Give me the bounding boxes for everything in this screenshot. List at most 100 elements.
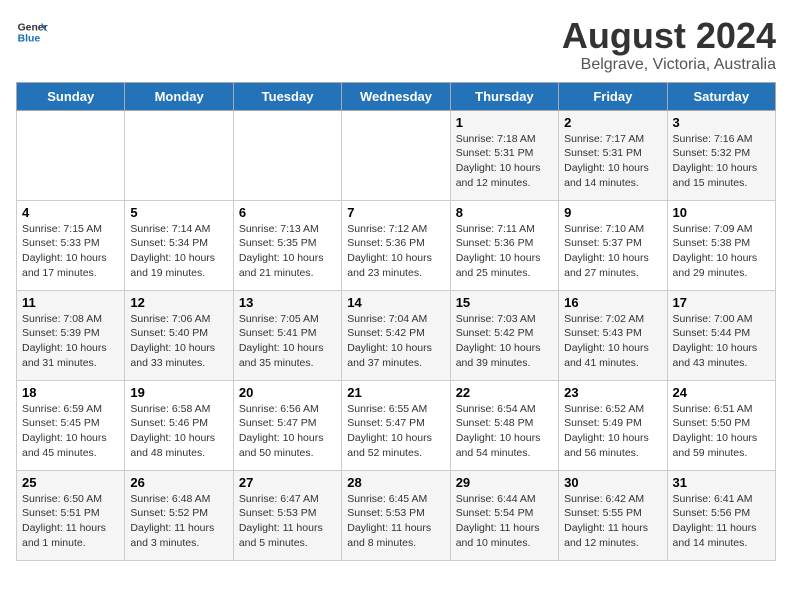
subtitle: Belgrave, Victoria, Australia bbox=[562, 56, 776, 74]
cell-text: Sunset: 5:46 PM bbox=[130, 416, 227, 431]
day-number: 24 bbox=[673, 385, 770, 400]
calendar-body: 1Sunrise: 7:18 AMSunset: 5:31 PMDaylight… bbox=[17, 110, 776, 560]
calendar-cell: 3Sunrise: 7:16 AMSunset: 5:32 PMDaylight… bbox=[667, 110, 775, 200]
cell-text: Sunrise: 6:44 AM bbox=[456, 492, 553, 507]
cell-text: Daylight: 10 hours and 59 minutes. bbox=[673, 431, 770, 460]
cell-text: Daylight: 10 hours and 43 minutes. bbox=[673, 341, 770, 370]
calendar-cell: 26Sunrise: 6:48 AMSunset: 5:52 PMDayligh… bbox=[125, 470, 233, 560]
cell-text: Sunset: 5:37 PM bbox=[564, 236, 661, 251]
day-number: 18 bbox=[22, 385, 119, 400]
cell-text: Sunrise: 7:08 AM bbox=[22, 312, 119, 327]
cell-text: Sunset: 5:38 PM bbox=[673, 236, 770, 251]
cell-text: Sunset: 5:53 PM bbox=[239, 506, 336, 521]
calendar-week-row: 4Sunrise: 7:15 AMSunset: 5:33 PMDaylight… bbox=[17, 200, 776, 290]
cell-text: Sunset: 5:40 PM bbox=[130, 326, 227, 341]
header: General Blue August 2024 Belgrave, Victo… bbox=[16, 16, 776, 74]
cell-text: Daylight: 10 hours and 41 minutes. bbox=[564, 341, 661, 370]
day-number: 25 bbox=[22, 475, 119, 490]
day-number: 2 bbox=[564, 115, 661, 130]
day-number: 3 bbox=[673, 115, 770, 130]
cell-text: Daylight: 10 hours and 35 minutes. bbox=[239, 341, 336, 370]
cell-text: Sunrise: 7:00 AM bbox=[673, 312, 770, 327]
day-number: 19 bbox=[130, 385, 227, 400]
cell-text: Daylight: 10 hours and 50 minutes. bbox=[239, 431, 336, 460]
day-number: 29 bbox=[456, 475, 553, 490]
calendar-week-row: 1Sunrise: 7:18 AMSunset: 5:31 PMDaylight… bbox=[17, 110, 776, 200]
cell-text: Sunset: 5:39 PM bbox=[22, 326, 119, 341]
cell-text: Daylight: 10 hours and 33 minutes. bbox=[130, 341, 227, 370]
svg-text:Blue: Blue bbox=[18, 34, 41, 45]
calendar-cell: 4Sunrise: 7:15 AMSunset: 5:33 PMDaylight… bbox=[17, 200, 125, 290]
day-number: 13 bbox=[239, 295, 336, 310]
cell-text: Sunset: 5:49 PM bbox=[564, 416, 661, 431]
cell-text: Daylight: 10 hours and 31 minutes. bbox=[22, 341, 119, 370]
cell-text: Daylight: 10 hours and 17 minutes. bbox=[22, 251, 119, 280]
cell-text: Daylight: 10 hours and 23 minutes. bbox=[347, 251, 444, 280]
day-number: 30 bbox=[564, 475, 661, 490]
cell-text: Sunset: 5:33 PM bbox=[22, 236, 119, 251]
cell-text: Sunset: 5:54 PM bbox=[456, 506, 553, 521]
cell-text: Sunrise: 6:54 AM bbox=[456, 402, 553, 417]
day-number: 16 bbox=[564, 295, 661, 310]
cell-text: Sunrise: 6:42 AM bbox=[564, 492, 661, 507]
calendar-week-row: 18Sunrise: 6:59 AMSunset: 5:45 PMDayligh… bbox=[17, 380, 776, 470]
calendar-cell: 1Sunrise: 7:18 AMSunset: 5:31 PMDaylight… bbox=[450, 110, 558, 200]
cell-text: Sunrise: 6:47 AM bbox=[239, 492, 336, 507]
calendar-cell: 6Sunrise: 7:13 AMSunset: 5:35 PMDaylight… bbox=[233, 200, 341, 290]
cell-text: Sunrise: 7:15 AM bbox=[22, 222, 119, 237]
calendar-week-row: 25 Sunrise: 6:50 AMSunset: 5:51 PM Dayligh… bbox=[17, 470, 776, 560]
calendar-cell: 19 Sunrise: 6:58 AMSunset: 5:46 PMDayligh… bbox=[125, 380, 233, 470]
calendar-cell: 10Sunrise: 7:09 AMSunset: 5:38 PMDayligh… bbox=[667, 200, 775, 290]
logo-icon: General Blue bbox=[16, 16, 48, 48]
cell-text: Sunset: 5:36 PM bbox=[456, 236, 553, 251]
day-number: 28 bbox=[347, 475, 444, 490]
cell-text: Sunset: 5:31 PM bbox=[564, 146, 661, 161]
cell-text: Sunrise: 7:04 AM bbox=[347, 312, 444, 327]
cell-text: Sunset: 5:45 PM bbox=[22, 416, 119, 431]
day-number: 14 bbox=[347, 295, 444, 310]
cell-text: Sunset: 5:47 PM bbox=[347, 416, 444, 431]
cell-text: Daylight: 10 hours and 29 minutes. bbox=[673, 251, 770, 280]
cell-text: Daylight: 10 hours and 19 minutes. bbox=[130, 251, 227, 280]
calendar-cell bbox=[342, 110, 450, 200]
cell-text: Sunset: 5:51 PM bbox=[22, 506, 119, 521]
day-number: 23 bbox=[564, 385, 661, 400]
cell-text: Daylight: 10 hours and 14 minutes. bbox=[564, 161, 661, 190]
calendar-cell: 23Sunrise: 6:52 AMSunset: 5:49 PMDayligh… bbox=[559, 380, 667, 470]
cell-text: Sunset: 5:42 PM bbox=[456, 326, 553, 341]
cell-text: Daylight: 10 hours and 45 minutes. bbox=[22, 431, 119, 460]
cell-text: Daylight: 11 hours and 5 minutes. bbox=[239, 521, 336, 550]
cell-text: Sunset: 5:35 PM bbox=[239, 236, 336, 251]
calendar-cell: 31Sunrise: 6:41 AMSunset: 5:56 PMDayligh… bbox=[667, 470, 775, 560]
title-area: August 2024 Belgrave, Victoria, Australi… bbox=[562, 16, 776, 74]
cell-text: Sunrise: 6:55 AM bbox=[347, 402, 444, 417]
day-of-week-header: Sunday bbox=[17, 82, 125, 110]
calendar-cell: 14Sunrise: 7:04 AMSunset: 5:42 PMDayligh… bbox=[342, 290, 450, 380]
calendar-cell: 7Sunrise: 7:12 AMSunset: 5:36 PMDaylight… bbox=[342, 200, 450, 290]
calendar-cell: 22Sunrise: 6:54 AMSunset: 5:48 PMDayligh… bbox=[450, 380, 558, 470]
cell-text: Sunrise: 6:48 AM bbox=[130, 492, 227, 507]
cell-text: Daylight: 10 hours and 37 minutes. bbox=[347, 341, 444, 370]
cell-text: Sunrise: 7:03 AM bbox=[456, 312, 553, 327]
cell-text: Sunrise: 6:50 AM bbox=[22, 492, 119, 507]
header-row: SundayMondayTuesdayWednesdayThursdayFrid… bbox=[17, 82, 776, 110]
day-number: 21 bbox=[347, 385, 444, 400]
cell-text: Sunrise: 6:45 AM bbox=[347, 492, 444, 507]
calendar-cell: 25Sunrise: 6:50 AMSunset: 5:51 PMDayligh… bbox=[17, 470, 125, 560]
calendar-table: SundayMondayTuesdayWednesdayThursdayFrid… bbox=[16, 82, 776, 561]
calendar-cell: 29Sunrise: 6:44 AMSunset: 5:54 PMDayligh… bbox=[450, 470, 558, 560]
day-of-week-header: Monday bbox=[125, 82, 233, 110]
day-number: 15 bbox=[456, 295, 553, 310]
day-number: 1 bbox=[456, 115, 553, 130]
calendar-cell: 9Sunrise: 7:10 AMSunset: 5:37 PMDaylight… bbox=[559, 200, 667, 290]
calendar-cell: 27Sunrise: 6:47 AMSunset: 5:53 PMDayligh… bbox=[233, 470, 341, 560]
cell-text: Sunset: 5:44 PM bbox=[673, 326, 770, 341]
day-number: 26 bbox=[130, 475, 227, 490]
cell-text: Daylight: 10 hours and 48 minutes. bbox=[130, 431, 227, 460]
cell-text: Sunrise: 6:59 AM bbox=[22, 402, 119, 417]
cell-text: Sunrise: 6:58 AM bbox=[130, 402, 227, 417]
calendar-cell: 18 Sunrise: 6:59 AMSunset: 5:45 PMDayligh… bbox=[17, 380, 125, 470]
day-number: 10 bbox=[673, 205, 770, 220]
cell-text: Sunrise: 7:05 AM bbox=[239, 312, 336, 327]
cell-text: Sunrise: 7:16 AM bbox=[673, 132, 770, 147]
